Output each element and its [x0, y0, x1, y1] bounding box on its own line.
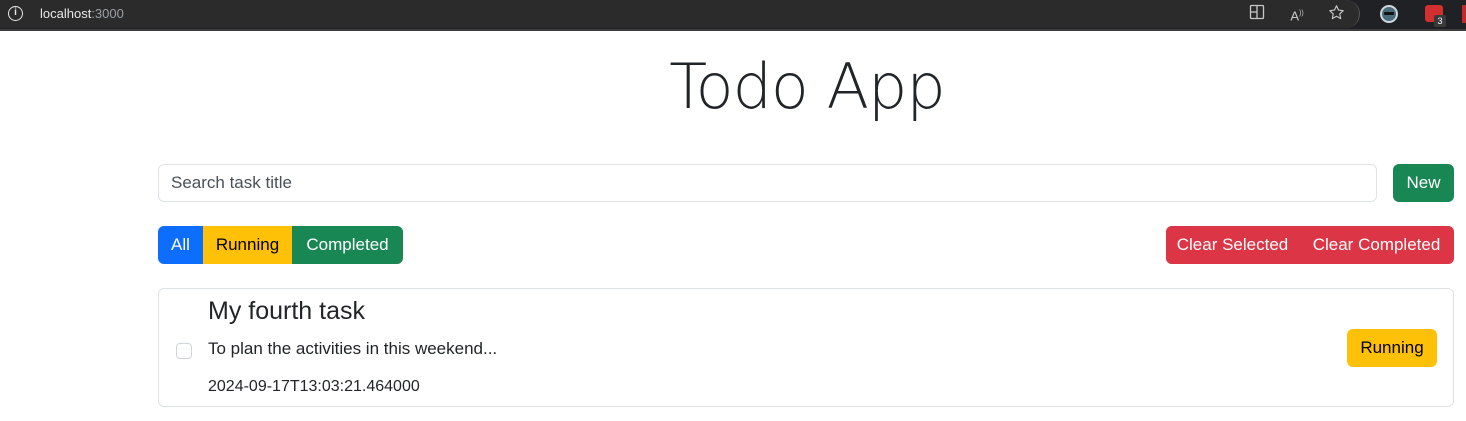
extension-avatar-icon[interactable]	[1380, 5, 1398, 23]
info-icon[interactable]: i	[8, 6, 23, 21]
url-port: :3000	[91, 6, 124, 21]
task-checkbox[interactable]	[176, 343, 192, 359]
clear-completed-button[interactable]: Clear Completed	[1299, 226, 1454, 264]
clear-selected-button[interactable]: Clear Selected	[1166, 226, 1299, 264]
filter-button-group: All Running Completed	[158, 226, 403, 264]
page-title: Todo App	[669, 50, 945, 123]
filter-all-button[interactable]: All	[158, 226, 203, 264]
task-card: My fourth task To plan the activities in…	[158, 288, 1454, 407]
filter-running-button[interactable]: Running	[203, 226, 292, 264]
task-status-button[interactable]: Running	[1347, 329, 1437, 367]
task-title: My fourth task	[208, 297, 365, 325]
new-task-button[interactable]: New	[1393, 164, 1454, 202]
filter-completed-button[interactable]: Completed	[292, 226, 403, 264]
search-input[interactable]	[158, 164, 1377, 202]
clear-button-group: Clear Selected Clear Completed	[1166, 226, 1454, 264]
read-aloud-icon[interactable]: A))	[1287, 4, 1307, 24]
address-bar[interactable]: i localhost:3000 A))	[0, 0, 1360, 28]
url-host: localhost	[40, 6, 92, 21]
task-timestamp: 2024-09-17T13:03:21.464000	[208, 378, 420, 395]
split-screen-icon[interactable]	[1247, 4, 1267, 24]
task-description: To plan the activities in this weekend..…	[208, 339, 498, 358]
favorite-star-icon[interactable]	[1326, 4, 1346, 24]
url-text[interactable]: localhost:3000	[40, 6, 124, 21]
browser-toolbar: i localhost:3000 A)) 3	[0, 0, 1466, 31]
extension-badge: 3	[1434, 15, 1446, 27]
extension-partial-icon[interactable]	[1462, 5, 1466, 23]
